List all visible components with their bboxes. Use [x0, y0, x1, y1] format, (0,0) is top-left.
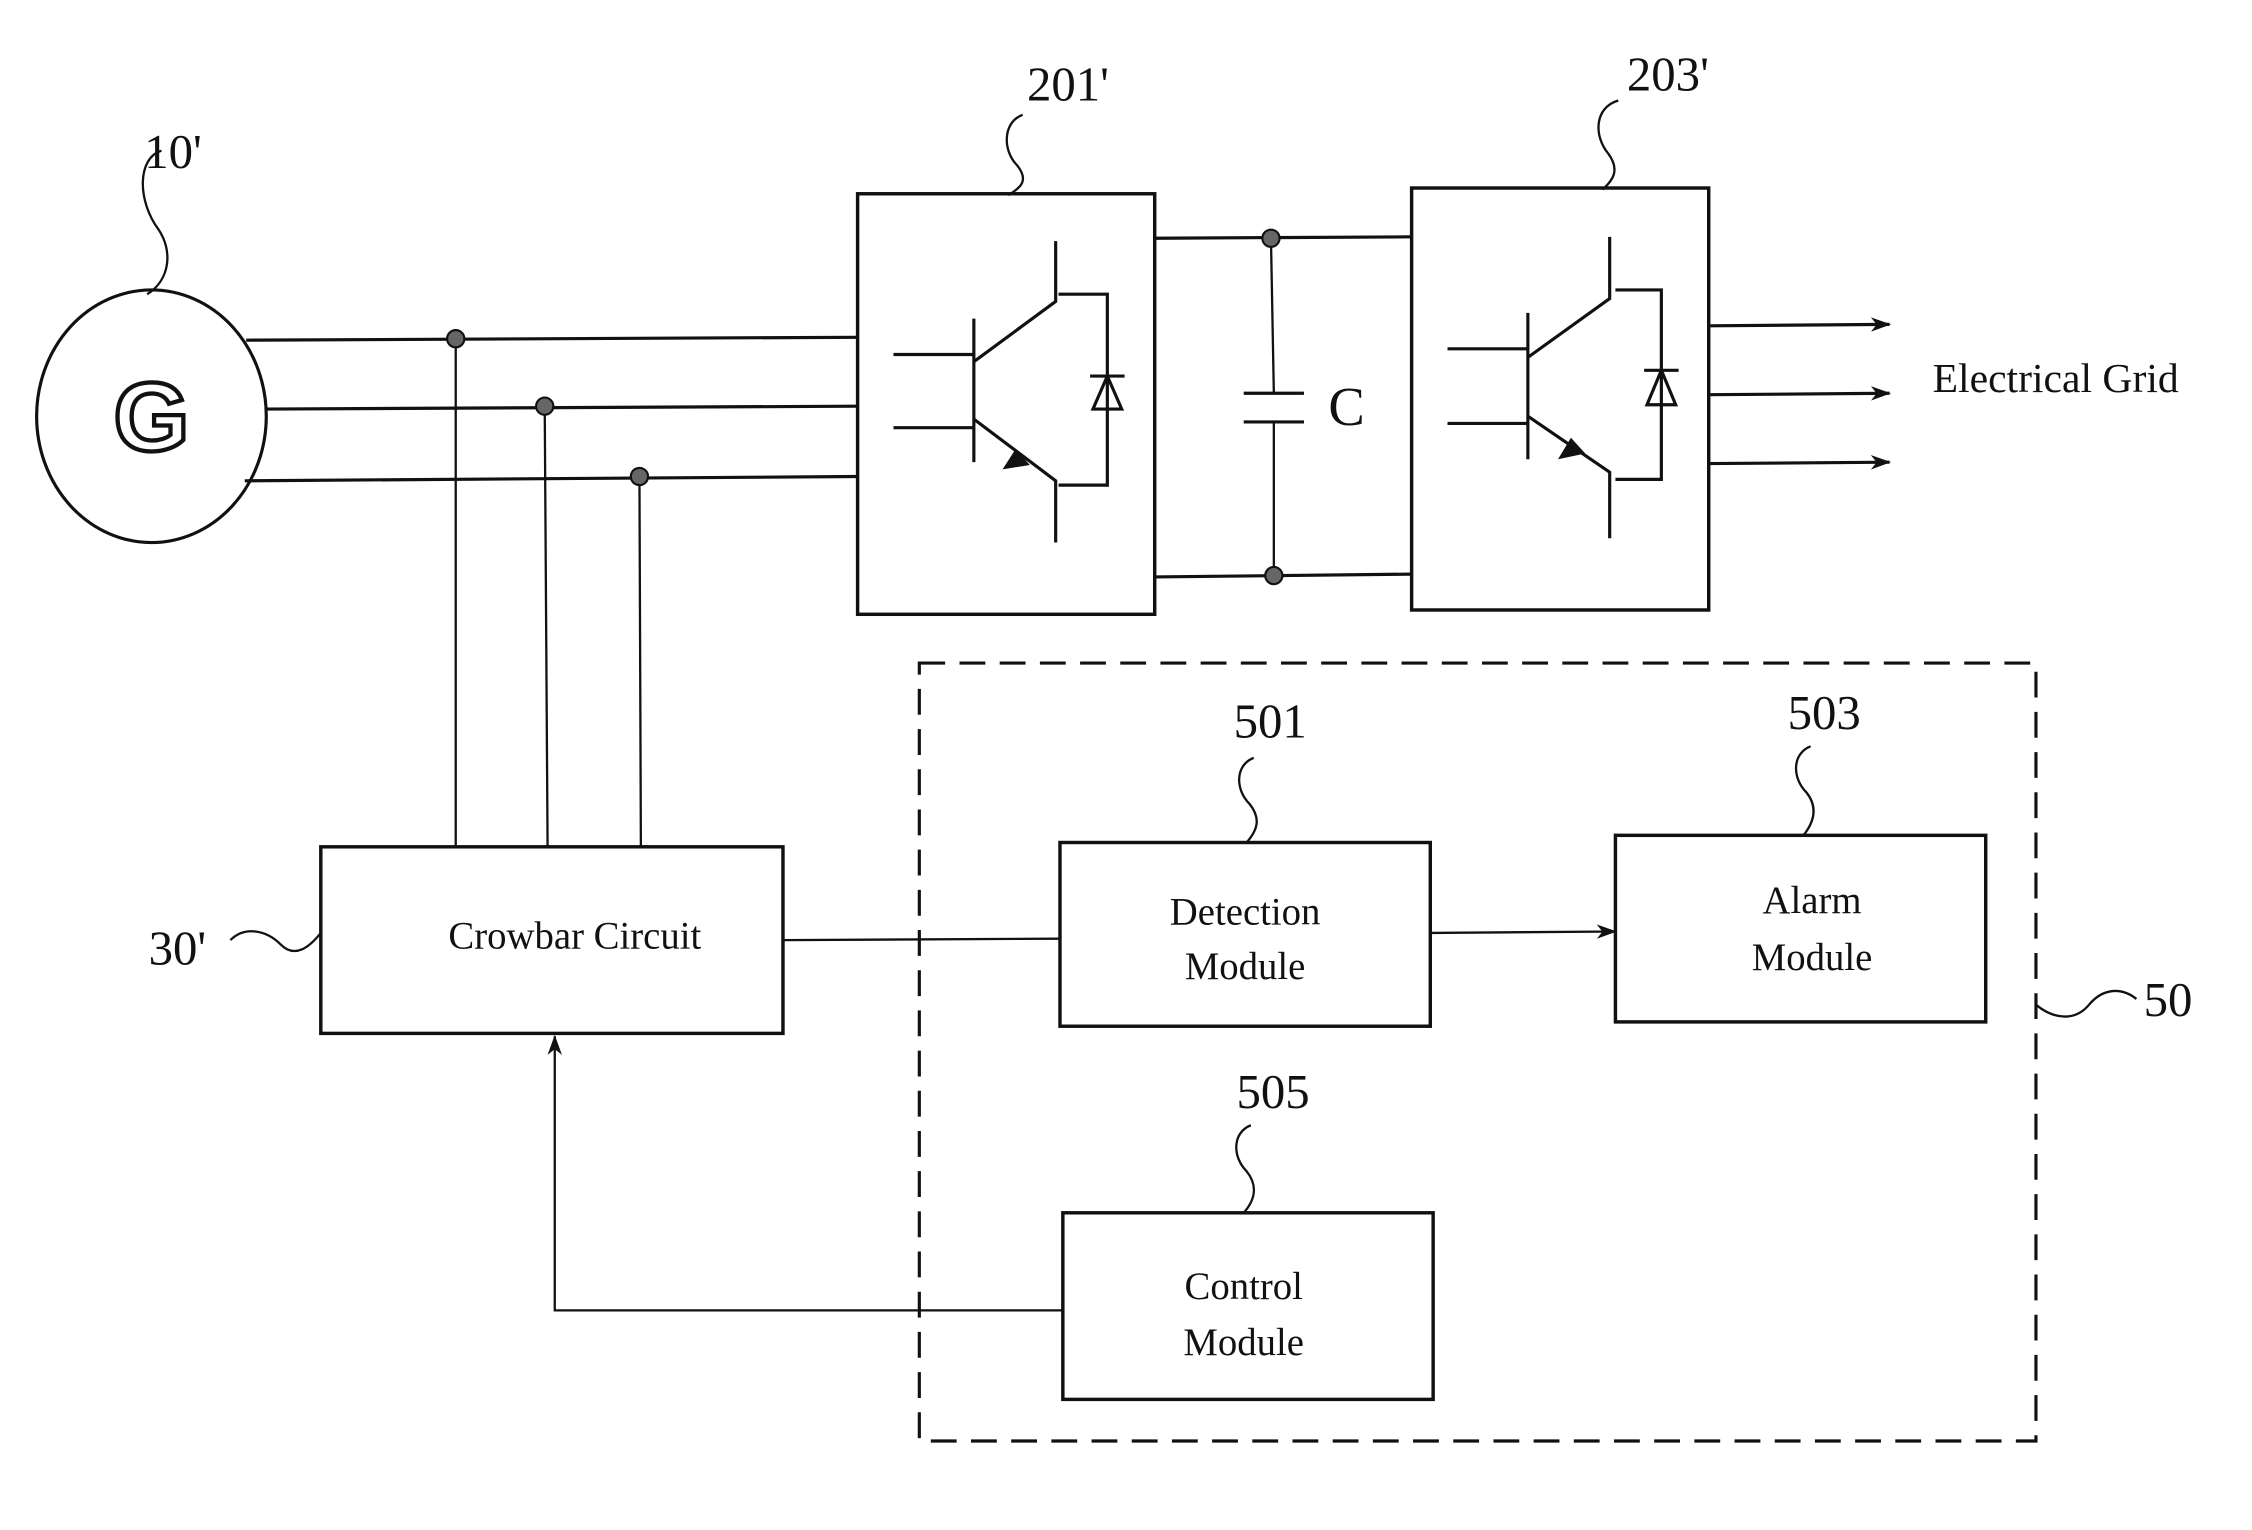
system-leader [2035, 989, 2138, 1018]
crowbar-leader [229, 930, 322, 953]
crowbar-ref: 30' [149, 922, 207, 976]
detection-line2: Module [1185, 945, 1306, 988]
system-ref: 50 [2144, 973, 2193, 1027]
dc-link [1154, 228, 1412, 586]
circuit-diagram: G 10' 201' C 203' Electrical Grid Crowba… [35, 47, 2193, 1443]
generator-symbol: G [113, 363, 189, 472]
detection-leader [1238, 756, 1258, 844]
generator: G [35, 288, 268, 545]
converter-201-ref: 201' [1027, 57, 1109, 111]
control-line2: Module [1183, 1321, 1304, 1364]
generator-ref: 10' [144, 125, 202, 179]
control-leader [1235, 1124, 1255, 1214]
control-line1: Control [1184, 1265, 1302, 1308]
crowbar-label: Crowbar Circuit [448, 915, 701, 958]
detection-ref: 501 [1234, 695, 1307, 749]
control-module: Control Module [1061, 1211, 1435, 1402]
capacitor-label: C [1328, 376, 1364, 437]
crowbar-circuit: Crowbar Circuit [319, 845, 785, 1036]
phase-lines [244, 329, 858, 847]
detection-line1: Detection [1170, 890, 1321, 933]
converter-203-leader [1597, 99, 1619, 191]
grid-label: Electrical Grid [1933, 356, 2179, 402]
grid-output-arrows [1708, 317, 1891, 470]
alarm-line1: Alarm [1763, 879, 1862, 922]
alarm-leader [1794, 745, 1815, 837]
alarm-module: Alarm Module [1613, 833, 1988, 1024]
detection-module: Detection Module [1058, 840, 1433, 1028]
converter-203 [1409, 186, 1711, 612]
control-ref: 505 [1237, 1065, 1310, 1119]
converter-201-leader [1005, 113, 1025, 197]
alarm-ref: 503 [1788, 686, 1861, 740]
converter-203-ref: 203' [1627, 47, 1709, 101]
alarm-line2: Module [1752, 936, 1873, 979]
converter-201 [855, 192, 1157, 617]
